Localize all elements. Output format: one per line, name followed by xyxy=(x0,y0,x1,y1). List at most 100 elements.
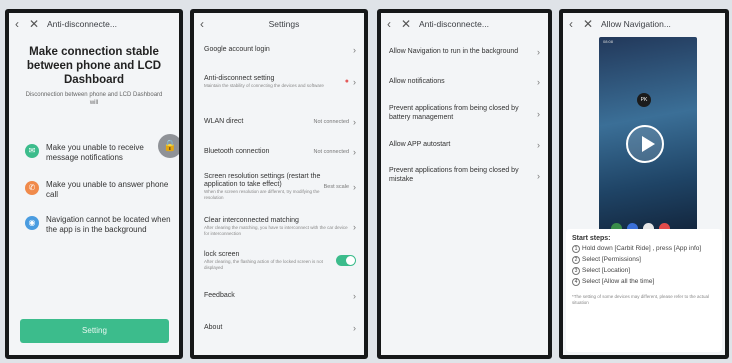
tutorial-video[interactable]: 08:08 PK xyxy=(599,37,697,243)
step-number: 2 xyxy=(572,256,580,264)
anti-disconnect-options-panel: ‹ ✕ Anti-disconnecte... Allow Navigation… xyxy=(377,9,552,359)
option-label: Allow APP autostart xyxy=(389,140,451,148)
chevron-right-icon: › xyxy=(353,291,356,301)
row-label: Anti-disconnect setting xyxy=(204,75,275,82)
step-item: 2 Select [Permissions] xyxy=(572,256,716,264)
option-label: Prevent applications from being closed b… xyxy=(389,167,519,183)
option-background-navigation[interactable]: Allow Navigation to run in the backgroun… xyxy=(381,47,548,57)
row-description: After clearing, the flashing action of t… xyxy=(204,259,323,270)
chevron-right-icon: › xyxy=(353,181,356,192)
step-text: Hold down [Carbit Ride] , press [App inf… xyxy=(582,245,702,252)
option-battery-management[interactable]: Prevent applications from being closed b… xyxy=(381,105,548,122)
settings-row-clear-matching[interactable]: Clear interconnected matching After clear… xyxy=(194,217,364,236)
close-icon[interactable]: ✕ xyxy=(29,17,43,31)
avatar: PK xyxy=(637,93,651,107)
chevron-right-icon: › xyxy=(537,140,540,150)
chevron-right-icon: › xyxy=(353,323,356,333)
option-closed-by-mistake[interactable]: Prevent applications from being closed b… xyxy=(381,167,548,184)
row-label: Clear interconnected matching xyxy=(204,217,299,224)
warning-text: Navigation cannot be located when the ap… xyxy=(46,215,171,234)
option-label: Prevent applications from being closed b… xyxy=(389,105,519,121)
row-label: Bluetooth connection xyxy=(204,148,270,155)
row-label: WLAN direct xyxy=(204,118,244,125)
top-bar: ‹ ✕ Allow Navigation... xyxy=(563,13,725,35)
row-value: Not connected xyxy=(313,119,349,125)
chevron-right-icon: › xyxy=(537,77,540,87)
chevron-right-icon: › xyxy=(353,221,356,232)
close-icon[interactable]: ✕ xyxy=(583,17,597,31)
settings-row-lock-screen: lock screen After clearing, the flashing … xyxy=(194,251,364,270)
top-bar: ‹ ✕ Anti-disconnecte... xyxy=(9,13,179,35)
row-label: About xyxy=(204,324,223,331)
warning-text: Make you unable to answer phone call xyxy=(46,180,169,199)
top-bar: ‹ ✕ Anti-disconnecte... xyxy=(381,13,548,35)
lock-icon: 🔒 xyxy=(158,134,179,158)
lock-screen-toggle[interactable] xyxy=(336,255,356,266)
warning-item: ✉ Make you unable to receive message not… xyxy=(9,143,179,162)
anti-disconnect-intro-panel: ‹ ✕ Anti-disconnecte... Make connection … xyxy=(5,9,183,359)
status-bar-time: 08:08 xyxy=(603,39,614,44)
settings-row-google-login[interactable]: Google account login › xyxy=(194,45,364,55)
warning-item: ◉ Navigation cannot be located when the … xyxy=(9,215,179,234)
step-text: Select [Permissions] xyxy=(582,256,641,263)
settings-row-anti-disconnect[interactable]: Anti-disconnect setting Maintain the stab… xyxy=(194,75,364,89)
chevron-right-icon: › xyxy=(353,147,356,157)
steps-title: Start steps: xyxy=(572,235,611,242)
close-icon[interactable]: ✕ xyxy=(401,17,415,31)
page-title: Allow Navigation... xyxy=(601,19,671,29)
back-icon[interactable]: ‹ xyxy=(15,17,29,31)
page-title: Anti-disconnecte... xyxy=(47,19,117,29)
phone-icon: ✆ xyxy=(25,181,39,195)
settings-panel: ‹ Settings Google account login › Anti-d… xyxy=(190,9,368,359)
settings-row-bluetooth[interactable]: Bluetooth connection Not connected › xyxy=(194,147,364,157)
location-icon: ◉ xyxy=(25,216,39,230)
option-label: Allow notifications xyxy=(389,77,445,85)
back-icon[interactable]: ‹ xyxy=(569,17,583,31)
step-text: Select [Allow all the time] xyxy=(582,278,655,285)
back-icon[interactable]: ‹ xyxy=(387,17,401,31)
top-bar: ‹ Settings xyxy=(194,13,364,35)
row-label: Feedback xyxy=(204,292,235,299)
step-item: 4 Select [Allow all the time] xyxy=(572,278,716,286)
intro-subtitle: Disconnection between phone and LCD Dash… xyxy=(25,92,163,106)
settings-row-screen-resolution[interactable]: Screen resolution settings (restart the … xyxy=(194,173,364,200)
row-description: Maintain the stability of connecting the… xyxy=(204,83,324,88)
setting-button[interactable]: Setting xyxy=(20,319,169,343)
row-description: When the screen resolution are different… xyxy=(204,189,320,200)
back-icon[interactable]: ‹ xyxy=(200,17,214,31)
row-value: Best scale xyxy=(323,183,349,190)
chevron-right-icon: › xyxy=(537,47,540,57)
step-text: Select [Location] xyxy=(582,267,631,274)
row-label: lock screen xyxy=(204,251,240,258)
chevron-right-icon: › xyxy=(353,76,356,87)
row-label: Google account login xyxy=(204,46,270,53)
step-number: 4 xyxy=(572,278,580,286)
warning-item: ✆ Make you unable to answer phone call xyxy=(9,180,179,199)
option-app-autostart[interactable]: Allow APP autostart › xyxy=(381,140,548,150)
settings-row-about[interactable]: About › xyxy=(194,323,364,333)
intro-heading: Make connection stable between phone and… xyxy=(26,46,162,86)
step-number: 1 xyxy=(572,245,580,253)
row-label: Screen resolution settings (restart the … xyxy=(204,173,321,188)
warning-text: Make you unable to receive message notif… xyxy=(46,143,144,162)
notification-dot-icon: ● xyxy=(344,78,349,86)
row-description: After clearing the matching, you have to… xyxy=(204,225,348,236)
step-item: 3 Select [Location] xyxy=(572,267,716,275)
settings-row-feedback[interactable]: Feedback › xyxy=(194,291,364,301)
settings-row-wlan-direct[interactable]: WLAN direct Not connected › xyxy=(194,117,364,127)
row-value: Not connected xyxy=(313,149,349,155)
chevron-right-icon: › xyxy=(353,117,356,127)
chevron-right-icon: › xyxy=(537,170,540,181)
steps-note: *The setting of some devices may differe… xyxy=(572,294,709,305)
chevron-right-icon: › xyxy=(537,108,540,119)
step-item: 1 Hold down [Carbit Ride] , press [App in… xyxy=(572,245,716,253)
start-steps-card: Start steps: 1 Hold down [Carbit Ride] , … xyxy=(566,229,722,352)
allow-navigation-guide-panel: ‹ ✕ Allow Navigation... 08:08 PK Start s… xyxy=(559,9,729,359)
message-icon: ✉ xyxy=(25,144,39,158)
page-title: Anti-disconnecte... xyxy=(419,19,489,29)
option-label: Allow Navigation to run in the backgroun… xyxy=(389,47,519,55)
option-allow-notifications[interactable]: Allow notifications › xyxy=(381,77,548,87)
play-icon[interactable] xyxy=(626,125,664,163)
chevron-right-icon: › xyxy=(353,45,356,55)
page-title: Settings xyxy=(268,19,300,29)
